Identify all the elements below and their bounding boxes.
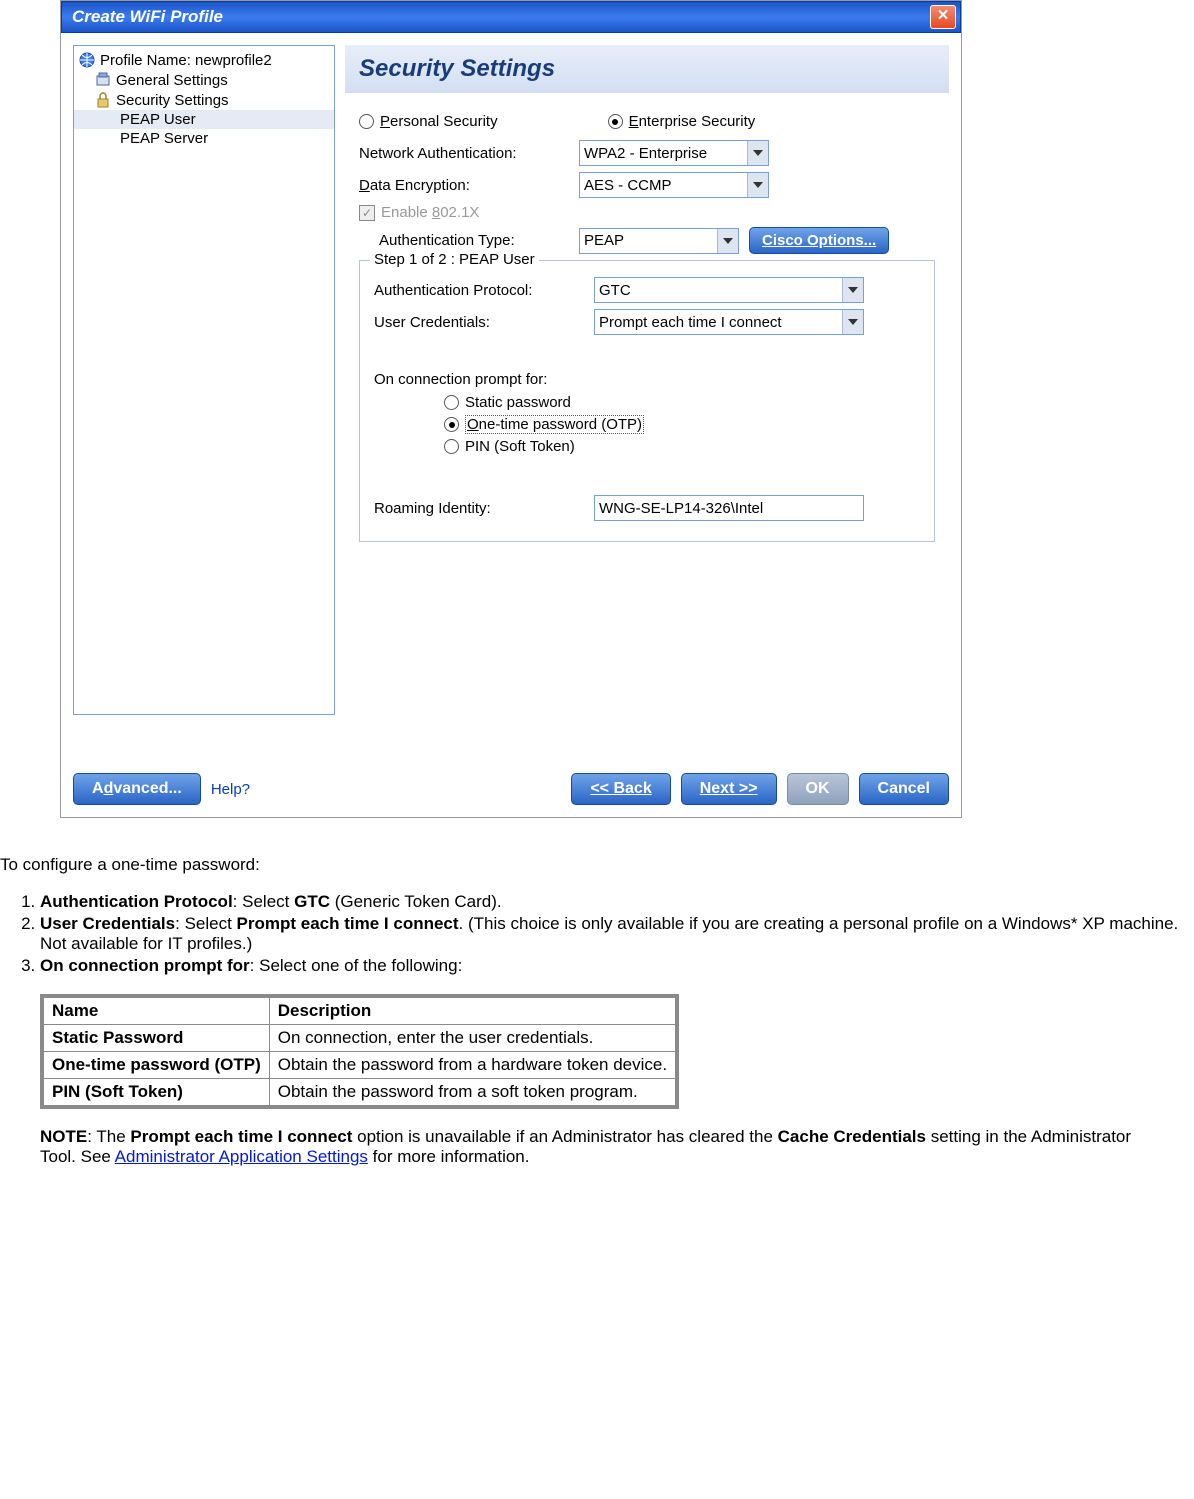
checkbox-enable-8021x: Enable 802.1X xyxy=(359,204,935,221)
titlebar: Create WiFi Profile ✕ xyxy=(61,1,961,33)
step-1: Authentication Protocol: Select GTC (Gen… xyxy=(40,892,1194,912)
table-header: Description xyxy=(269,996,677,1025)
dropdown-value: WPA2 - Enterprise xyxy=(584,145,707,162)
advanced-button[interactable]: Advanced... xyxy=(73,773,201,805)
tree-profile[interactable]: Profile Name: newprofile2 xyxy=(74,50,334,70)
settings-icon xyxy=(94,71,112,89)
note-text: NOTE: The Prompt each time I connect opt… xyxy=(40,1127,1194,1167)
help-link[interactable]: Help? xyxy=(211,781,250,798)
input-roaming-identity[interactable]: WNG-SE-LP14-326\Intel xyxy=(594,495,864,521)
lock-icon xyxy=(94,91,112,109)
cell-name: Static Password xyxy=(52,1028,183,1047)
cell-desc: On connection, enter the user credential… xyxy=(269,1025,677,1052)
dropdown-user-credentials[interactable]: Prompt each time I connect xyxy=(594,309,864,335)
page-title: Security Settings xyxy=(345,45,949,93)
cell-desc: Obtain the password from a soft token pr… xyxy=(269,1079,677,1108)
checkbox-label: Enable 802.1X xyxy=(381,204,479,221)
radio-pin-soft-token[interactable]: PIN (Soft Token) xyxy=(444,438,920,455)
radio-label: One-time password (OTP) xyxy=(465,415,644,434)
main-panel: Security Settings Personal Security Ente… xyxy=(335,45,949,805)
cisco-options-button[interactable]: Cisco Options... xyxy=(749,227,889,254)
chevron-down-icon xyxy=(747,173,768,197)
radio-icon xyxy=(359,114,374,129)
table-header: Name xyxy=(42,996,269,1025)
label-on-connection-prompt: On connection prompt for: xyxy=(374,371,920,388)
groupbox-title: Step 1 of 2 : PEAP User xyxy=(370,251,539,268)
radio-icon xyxy=(444,439,459,454)
label-roaming-identity: Roaming Identity: xyxy=(374,500,594,517)
table-row: PIN (Soft Token) Obtain the password from… xyxy=(42,1079,677,1108)
dropdown-network-auth[interactable]: WPA2 - Enterprise xyxy=(579,140,769,166)
table-row: Static Password On connection, enter the … xyxy=(42,1025,677,1052)
table-row: NameDescription xyxy=(42,996,677,1025)
tree-security[interactable]: Security Settings xyxy=(74,90,334,110)
back-button[interactable]: << Back xyxy=(571,773,670,805)
groupbox-peap-user: Step 1 of 2 : PEAP User Authentication P… xyxy=(359,260,935,542)
radio-label: Static password xyxy=(465,394,571,411)
dropdown-value: PEAP xyxy=(584,232,624,249)
label-auth-protocol: Authentication Protocol: xyxy=(374,282,594,299)
cell-name: One-time password (OTP) xyxy=(52,1055,261,1074)
dropdown-auth-type[interactable]: PEAP xyxy=(579,228,739,254)
dialog-window: Create WiFi Profile ✕ Profile Name: newp… xyxy=(60,0,962,818)
next-button[interactable]: Next >> xyxy=(681,773,777,805)
radio-static-password[interactable]: Static password xyxy=(444,394,920,411)
radio-otp[interactable]: One-time password (OTP) xyxy=(444,415,920,434)
tree-general[interactable]: General Settings xyxy=(74,70,334,90)
checkbox-icon xyxy=(359,205,375,221)
intro-text: To configure a one-time password: xyxy=(0,855,1194,875)
table-row: One-time password (OTP) Obtain the passwo… xyxy=(42,1052,677,1079)
label-data-encryption: Data Encryption: xyxy=(359,177,579,194)
tree-label: PEAP User xyxy=(120,111,196,128)
dropdown-data-encryption[interactable]: AES - CCMP xyxy=(579,172,769,198)
cell-name: PIN (Soft Token) xyxy=(52,1082,183,1101)
options-table: NameDescription Static Password On connec… xyxy=(40,994,679,1109)
chevron-down-icon xyxy=(747,141,768,165)
cell-desc: Obtain the password from a hardware toke… xyxy=(269,1052,677,1079)
radio-enterprise-security[interactable]: Enterprise Security xyxy=(608,113,756,130)
radio-icon xyxy=(444,395,459,410)
radio-label: PIN (Soft Token) xyxy=(465,438,575,455)
radio-label: Enterprise Security xyxy=(629,113,756,130)
tree-label: PEAP Server xyxy=(120,130,208,147)
label-user-credentials: User Credentials: xyxy=(374,314,594,331)
chevron-down-icon xyxy=(842,310,863,334)
tree-label: Profile Name: newprofile2 xyxy=(100,52,272,69)
button-bar: Advanced... Help? << Back Next >> OK Can… xyxy=(73,773,949,805)
step-3: On connection prompt for: Select one of … xyxy=(40,956,1194,976)
admin-settings-link[interactable]: Administrator Application Settings xyxy=(115,1147,368,1166)
dropdown-value: Prompt each time I connect xyxy=(599,314,782,331)
cancel-button[interactable]: Cancel xyxy=(859,773,949,805)
window-title: Create WiFi Profile xyxy=(66,7,930,27)
radio-personal-security[interactable]: Personal Security xyxy=(359,113,498,130)
tree-peap-server[interactable]: PEAP Server xyxy=(74,129,334,148)
input-value: WNG-SE-LP14-326\Intel xyxy=(599,500,763,517)
chevron-down-icon xyxy=(717,229,738,253)
dialog-body: Profile Name: newprofile2 General Settin… xyxy=(61,33,961,817)
steps-list: Authentication Protocol: Select GTC (Gen… xyxy=(10,892,1194,976)
radio-icon xyxy=(608,114,623,129)
document-section: To configure a one-time password: Authen… xyxy=(0,818,1194,1167)
chevron-down-icon xyxy=(842,278,863,302)
tree-label: General Settings xyxy=(116,72,228,89)
radio-label: Personal Security xyxy=(380,113,498,130)
dropdown-value: GTC xyxy=(599,282,631,299)
tree-peap-user[interactable]: PEAP User xyxy=(74,110,334,129)
dropdown-auth-protocol[interactable]: GTC xyxy=(594,277,864,303)
globe-icon xyxy=(78,51,96,69)
step-2: User Credentials: Select Prompt each tim… xyxy=(40,914,1194,954)
nav-tree[interactable]: Profile Name: newprofile2 General Settin… xyxy=(73,45,335,715)
label-network-auth: Network Authentication: xyxy=(359,145,579,162)
label-auth-type: Authentication Type: xyxy=(379,232,579,249)
dropdown-value: AES - CCMP xyxy=(584,177,672,194)
radio-icon xyxy=(444,417,459,432)
close-icon[interactable]: ✕ xyxy=(930,5,956,29)
ok-button[interactable]: OK xyxy=(787,773,849,805)
tree-label: Security Settings xyxy=(116,92,229,109)
